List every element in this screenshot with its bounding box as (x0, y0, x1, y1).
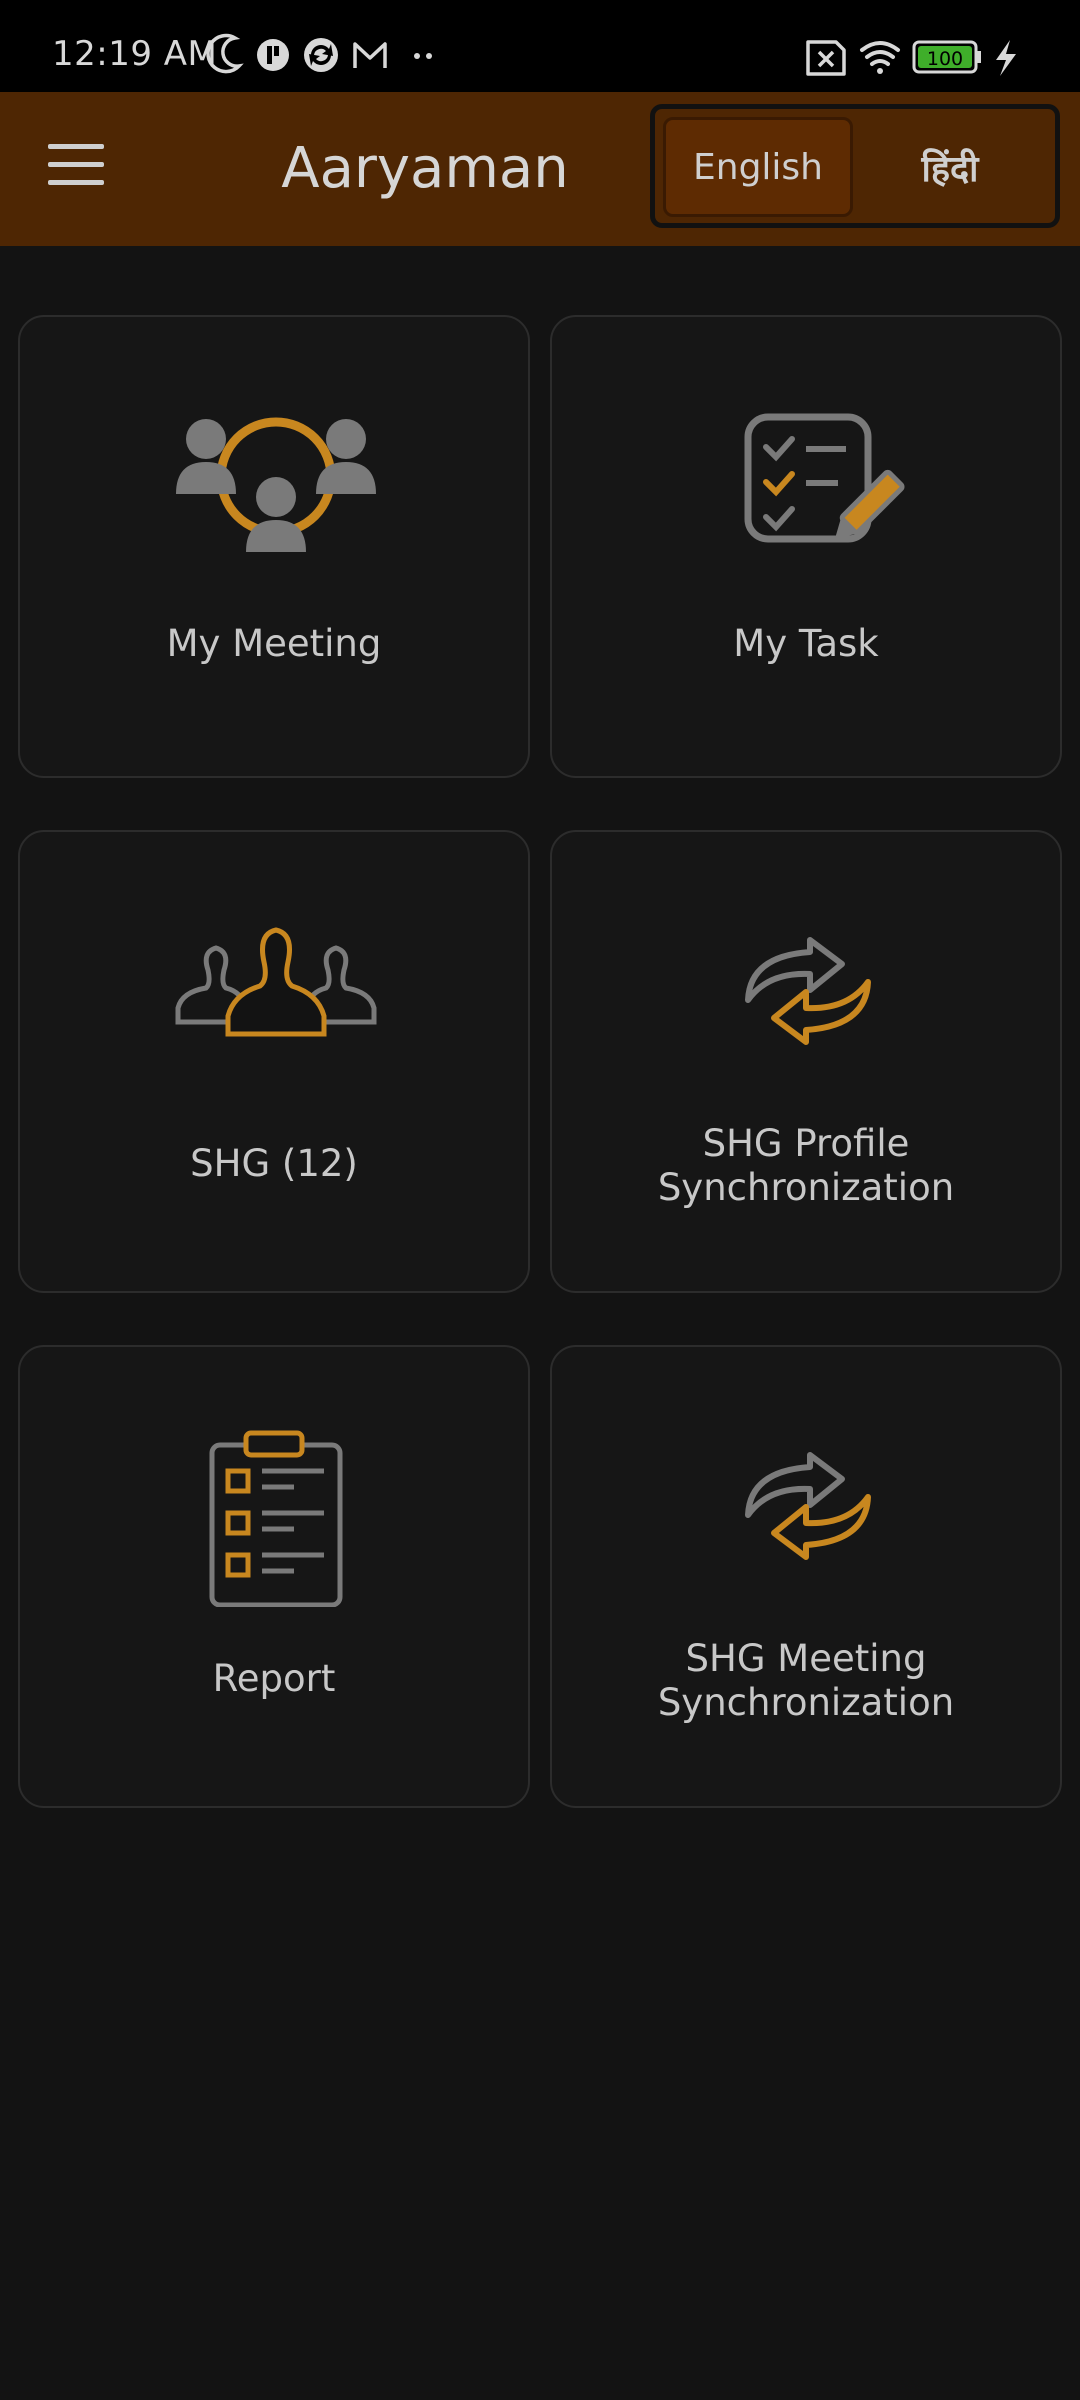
language-option-english[interactable]: English (663, 117, 853, 217)
charging-icon (996, 40, 1016, 76)
sync-icon (304, 38, 338, 72)
system-icons: 100 (806, 40, 1016, 76)
app-bar: Aaryaman English हिंदी (0, 92, 1080, 246)
tile-label: Report (212, 1657, 336, 1700)
app-icon (257, 39, 289, 71)
language-option-hindi[interactable]: हिंदी (855, 117, 1045, 217)
tile-label: SHG Profile Synchronization (657, 1122, 955, 1209)
more-dots-icon (414, 53, 432, 59)
shg-group-icon (175, 927, 377, 1037)
moon-icon (206, 33, 244, 74)
tile-label: My Task (733, 622, 879, 665)
status-time: 12:19 AM (52, 34, 218, 74)
tile-label: SHG Meeting Synchronization (657, 1637, 955, 1724)
notification-icons (206, 33, 432, 74)
tile-label: SHG (12) (190, 1142, 358, 1185)
tile-shg-profile-sync[interactable]: SHG Profile Synchronization (550, 830, 1062, 1293)
tile-shg[interactable]: SHG (12) (18, 830, 530, 1293)
tile-label: My Meeting (166, 622, 382, 665)
no-sim-icon (806, 40, 846, 76)
status-bar: 12:19 AM 100 (0, 0, 1080, 92)
task-checklist-icon (744, 413, 905, 543)
wifi-icon (860, 41, 900, 74)
tile-my-task[interactable]: My Task (550, 315, 1062, 778)
app-title: Aaryaman (281, 136, 569, 201)
meeting-group-icon (176, 417, 376, 552)
gmail-icon (353, 42, 387, 68)
tile-shg-meeting-sync[interactable]: SHG Meeting Synchronization (550, 1345, 1062, 1808)
battery-icon: 100 (912, 40, 981, 74)
sync-arrows-icon (745, 937, 871, 1045)
report-clipboard-icon (209, 1430, 343, 1607)
tile-report[interactable]: Report (18, 1345, 530, 1808)
hamburger-menu-icon[interactable] (48, 144, 104, 188)
tile-my-meeting[interactable]: My Meeting (18, 315, 530, 778)
battery-level: 100 (927, 48, 963, 70)
language-toggle: English हिंदी (650, 104, 1060, 228)
sync-arrows-icon (745, 1452, 871, 1560)
